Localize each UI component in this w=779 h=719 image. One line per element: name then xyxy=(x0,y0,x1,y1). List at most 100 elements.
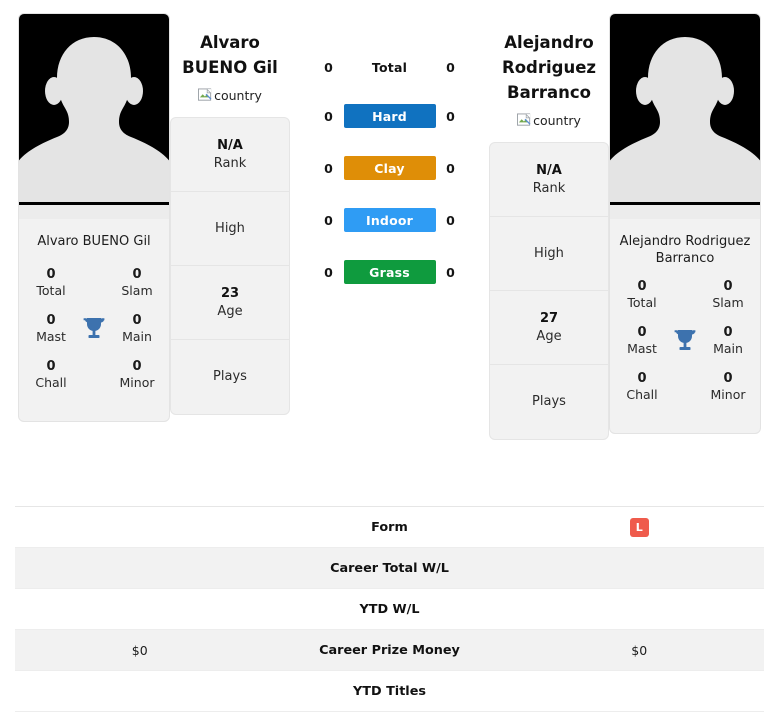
stat-label: Main xyxy=(122,329,152,344)
prize-money-right-value: $0 xyxy=(631,642,648,658)
titles-grid-right: 0 Total 0 Slam 0 Mast 0 Main 0 Chall 0 M… xyxy=(610,279,760,433)
player-name-right[interactable]: Alejandro Rodriguez Barranco xyxy=(502,30,596,105)
titles-row: 0 Chall 0 Minor xyxy=(616,371,754,403)
broken-image-icon xyxy=(198,88,212,101)
comparison-stats-table: Form L Career Total W/L YTD W/L $0 Caree… xyxy=(15,506,764,712)
titles-row: 0 Total 0 Slam xyxy=(616,279,754,311)
titles-grid-left: 0 Total 0 Slam 0 Mast 0 Main 0 Chall 0 M… xyxy=(19,267,169,421)
stat-chall-left: 0 Chall xyxy=(25,359,77,391)
surface-row-total: 0 Total 0 xyxy=(319,58,461,76)
stat-label: Total xyxy=(36,283,66,298)
stat-value: 0 xyxy=(723,371,733,386)
info-row-high-left: High xyxy=(171,192,289,266)
player-info-card-right: N/A Rank High 27 Age Plays xyxy=(489,142,609,440)
info-row-plays-right: Plays xyxy=(490,365,608,439)
stat-value: 0 xyxy=(132,359,142,374)
country-alt-text: country xyxy=(214,88,262,103)
stat-main-right: 0 Main xyxy=(702,325,754,357)
avatar-silhouette-icon xyxy=(19,37,169,202)
surface-left-value: 0 xyxy=(324,160,333,176)
stat-label: Main xyxy=(713,341,743,356)
stat-label: Slam xyxy=(121,283,153,298)
surface-row-hard: 0 Hard 0 xyxy=(319,104,461,128)
surface-right-value: 0 xyxy=(446,108,455,124)
player-name-line3: Barranco xyxy=(507,83,591,102)
titles-row: 0 Mast 0 Main xyxy=(25,313,163,345)
table-row-ytd-titles: YTD Titles xyxy=(15,671,764,712)
info-label: Rank xyxy=(213,155,247,171)
stat-value: 0 xyxy=(723,279,733,294)
table-label-career-prize-money: Career Prize Money xyxy=(319,642,460,658)
trophy-icon xyxy=(672,326,698,356)
stat-value: 0 xyxy=(723,325,733,340)
surface-row-grass: 0 Grass 0 xyxy=(319,260,461,284)
stat-value: 0 xyxy=(46,313,56,328)
player-name-line2: BUENO Gil xyxy=(182,58,278,77)
stat-mast-left: 0 Mast xyxy=(25,313,77,345)
surface-row-clay: 0 Clay 0 xyxy=(319,156,461,180)
surface-label-clay[interactable]: Clay xyxy=(343,156,436,180)
stat-slam-right: 0 Slam xyxy=(702,279,754,311)
country-flag-right: country xyxy=(517,113,581,128)
stat-value: 0 xyxy=(637,371,647,386)
titles-row: 0 Chall 0 Minor xyxy=(25,359,163,391)
stat-minor-right: 0 Minor xyxy=(702,371,754,403)
stat-label: Minor xyxy=(710,387,746,402)
surface-comparison-column: 0 Total 0 0 Hard 0 0 Clay 0 0 Indoor 0 0 xyxy=(290,0,489,284)
surface-right-value: 0 xyxy=(446,264,455,280)
country-alt-text: country xyxy=(533,113,581,128)
stat-label: Chall xyxy=(626,387,658,402)
broken-image-icon xyxy=(517,113,531,126)
stat-value: 0 xyxy=(132,313,142,328)
player-name-left[interactable]: Alvaro BUENO Gil xyxy=(182,30,278,80)
table-row-career-total-wl: Career Total W/L xyxy=(15,548,764,589)
surface-label-hard[interactable]: Hard xyxy=(343,104,436,128)
info-value: 27 xyxy=(539,310,559,326)
player-photo-caption-right: Alejandro Rodriguez Barranco xyxy=(619,234,751,266)
table-label-form: Form xyxy=(371,519,408,535)
surface-row-indoor: 0 Indoor 0 xyxy=(319,208,461,232)
photo-fade xyxy=(19,205,169,219)
stat-value: 0 xyxy=(46,359,56,374)
player-photo-caption-left: Alvaro BUENO Gil xyxy=(37,234,151,249)
table-label-career-total-wl: Career Total W/L xyxy=(330,560,449,576)
comparison-top-section: Alvaro BUENO Gil 0 Total 0 Slam 0 Mast 0… xyxy=(0,0,779,500)
info-label: High xyxy=(215,220,245,236)
info-label: Rank xyxy=(532,180,566,196)
surface-label-indoor[interactable]: Indoor xyxy=(343,208,436,232)
info-row-rank-left: N/A Rank xyxy=(171,118,289,192)
player-card-right[interactable]: Alejandro Rodriguez Barranco 0 Total 0 S… xyxy=(609,13,761,434)
info-label: Plays xyxy=(213,369,247,384)
player-name-line1: Alvaro xyxy=(200,33,260,52)
trophy-icon xyxy=(81,314,107,344)
info-row-age-left: 23 Age xyxy=(171,266,289,340)
stat-minor-left: 0 Minor xyxy=(111,359,163,391)
info-value: N/A xyxy=(217,137,243,153)
surface-label-grass[interactable]: Grass xyxy=(343,260,436,284)
grid-spacer xyxy=(672,295,698,296)
surface-right-value: 0 xyxy=(446,212,455,228)
surface-right-value: 0 xyxy=(446,59,455,75)
info-label: Age xyxy=(536,328,562,344)
player-name-line2: Rodriguez xyxy=(502,58,596,77)
table-row-form: Form L xyxy=(15,507,764,548)
player-name-line1: Alejandro xyxy=(504,33,594,52)
surface-left-value: 0 xyxy=(324,212,333,228)
info-row-plays-left: Plays xyxy=(171,340,289,414)
avatar-silhouette-icon xyxy=(610,37,760,202)
table-row-career-prize-money: $0 Career Prize Money $0 xyxy=(15,630,764,671)
grid-spacer xyxy=(672,387,698,388)
status-badge-loss[interactable]: L xyxy=(629,517,649,537)
grid-spacer xyxy=(81,283,107,284)
table-label-ytd-wl: YTD W/L xyxy=(359,601,420,617)
titles-row: 0 Total 0 Slam xyxy=(25,267,163,299)
table-label-ytd-titles: YTD Titles xyxy=(353,683,426,699)
info-value: 23 xyxy=(220,285,240,301)
info-label: Age xyxy=(217,303,243,319)
photo-fade xyxy=(610,205,760,219)
player-info-card-left: N/A Rank High 23 Age Plays xyxy=(170,117,290,415)
player-photo-left xyxy=(19,14,169,219)
surface-left-value: 0 xyxy=(324,108,333,124)
player-card-left[interactable]: Alvaro BUENO Gil 0 Total 0 Slam 0 Mast 0… xyxy=(18,13,170,422)
info-row-rank-right: N/A Rank xyxy=(490,143,608,217)
